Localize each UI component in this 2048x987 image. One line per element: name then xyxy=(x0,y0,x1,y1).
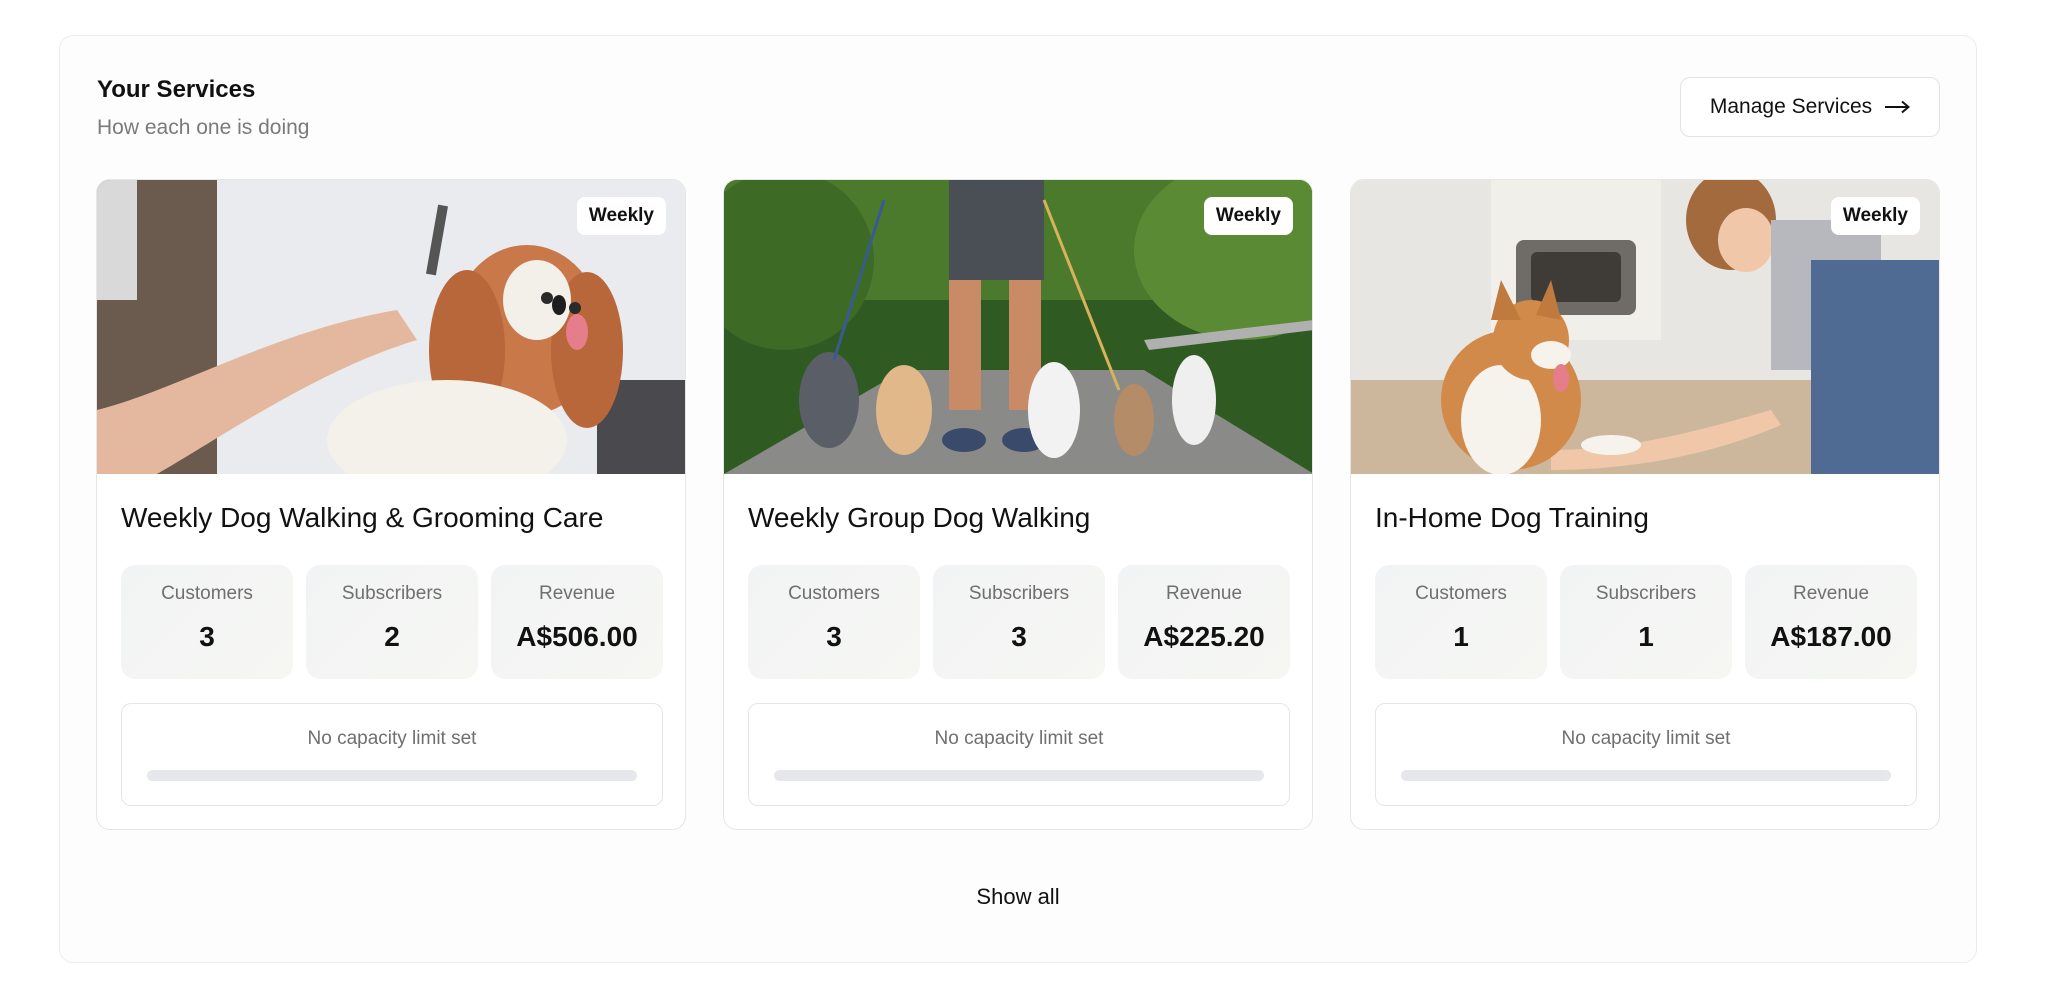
manage-services-button[interactable]: Manage Services xyxy=(1680,77,1940,137)
service-title: Weekly Group Dog Walking xyxy=(748,502,1091,533)
stat-label: Customers xyxy=(1415,583,1507,604)
stat-value: 3 xyxy=(1011,621,1027,652)
service-card[interactable]: Weekly In-Home Dog Training Customers 1 … xyxy=(1350,179,1940,830)
capacity-progress-bar xyxy=(774,770,1264,781)
revenue-stat: Revenue A$187.00 xyxy=(1745,565,1917,679)
service-card[interactable]: Weekly Weekly Group Dog Walking Customer… xyxy=(723,179,1313,830)
frequency-badge: Weekly xyxy=(1830,197,1920,235)
manage-services-label: Manage Services xyxy=(1709,95,1873,118)
stat-value: A$506.00 xyxy=(516,621,638,652)
capacity-progress-bar xyxy=(1401,770,1891,781)
stat-label: Revenue xyxy=(1792,583,1870,604)
subscribers-stat: Subscribers 2 xyxy=(306,565,478,679)
services-panel: Your Services How each one is doing Mana… xyxy=(59,35,1977,963)
arrow-right-icon xyxy=(1885,100,1911,114)
subscribers-stat: Subscribers 3 xyxy=(933,565,1105,679)
capacity-box: No capacity limit set xyxy=(748,703,1290,806)
stat-value: A$187.00 xyxy=(1770,621,1892,652)
revenue-stat: Revenue A$225.20 xyxy=(1118,565,1290,679)
customers-stat: Customers 3 xyxy=(748,565,920,679)
show-all-link[interactable]: Show all xyxy=(60,884,1976,910)
capacity-text: No capacity limit set xyxy=(307,728,477,749)
stat-value: 3 xyxy=(826,621,842,652)
service-title: Weekly Dog Walking & Grooming Care xyxy=(121,502,604,533)
capacity-text: No capacity limit set xyxy=(1561,728,1731,749)
stat-value: A$225.20 xyxy=(1143,621,1265,652)
frequency-badge: Weekly xyxy=(1203,197,1293,235)
section-subtitle: How each one is doing xyxy=(97,116,310,139)
stat-label: Customers xyxy=(161,583,253,604)
customers-stat: Customers 1 xyxy=(1375,565,1547,679)
revenue-stat: Revenue A$506.00 xyxy=(491,565,663,679)
stat-label: Revenue xyxy=(538,583,616,604)
capacity-progress-bar xyxy=(147,770,637,781)
section-title: Your Services xyxy=(97,76,256,103)
capacity-box: No capacity limit set xyxy=(1375,703,1917,806)
service-title: In-Home Dog Training xyxy=(1375,502,1649,533)
stat-value: 1 xyxy=(1453,621,1469,652)
stat-label: Subscribers xyxy=(341,583,443,604)
customers-stat: Customers 3 xyxy=(121,565,293,679)
frequency-badge: Weekly xyxy=(576,197,666,235)
capacity-box: No capacity limit set xyxy=(121,703,663,806)
stat-label: Customers xyxy=(788,583,880,604)
stat-label: Subscribers xyxy=(1595,583,1697,604)
subscribers-stat: Subscribers 1 xyxy=(1560,565,1732,679)
stat-value: 2 xyxy=(384,621,400,652)
service-card[interactable]: Weekly Weekly Dog Walking & Grooming Car… xyxy=(96,179,686,830)
stat-value: 3 xyxy=(199,621,215,652)
capacity-text: No capacity limit set xyxy=(934,728,1104,749)
stat-value: 1 xyxy=(1638,621,1654,652)
stat-label: Revenue xyxy=(1165,583,1243,604)
stat-label: Subscribers xyxy=(968,583,1070,604)
